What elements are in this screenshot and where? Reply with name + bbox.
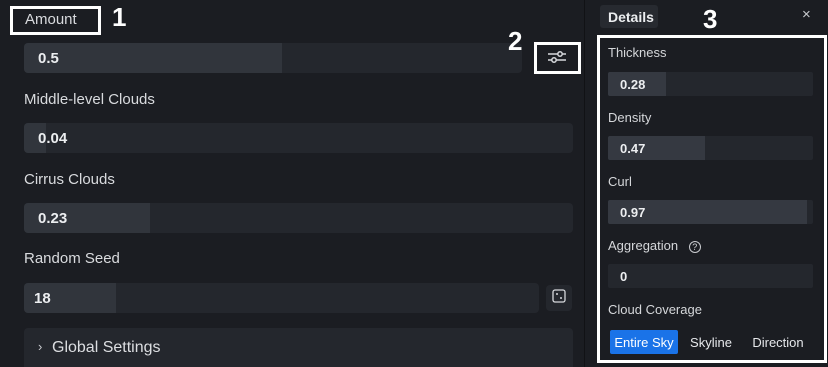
random-seed-value: 18 (34, 290, 51, 307)
amount-slider-fill (24, 43, 282, 73)
middle-clouds-value: 0.04 (38, 130, 68, 147)
cirrus-clouds-value: 0.23 (38, 210, 68, 227)
global-settings-group[interactable]: › Global Settings (24, 328, 573, 367)
random-seed-label: Random Seed (24, 250, 120, 267)
cirrus-clouds-slider[interactable]: 0.23 (24, 203, 573, 233)
amount-value: 0.5 (38, 50, 59, 67)
global-settings-label: Global Settings (52, 339, 161, 356)
cirrus-clouds-label: Cirrus Clouds (24, 171, 115, 188)
chevron-right-icon: › (38, 339, 43, 354)
details-tab-label: Details (608, 9, 654, 25)
dice-icon (552, 288, 566, 308)
details-tab[interactable]: Details (600, 5, 658, 28)
annotation-number-2: 2 (508, 26, 523, 56)
annotation-box-1 (10, 6, 101, 35)
close-icon[interactable]: × (802, 6, 811, 23)
amount-slider[interactable]: 0.5 (24, 43, 522, 73)
annotation-number-3: 3 (703, 4, 718, 34)
cloud-settings-panel: Amount 0.5 Middle-level Clouds 0.04 Cirr… (0, 0, 584, 367)
annotation-box-2 (534, 42, 581, 74)
random-seed-slider[interactable]: 18 (24, 283, 539, 313)
randomize-seed-button[interactable] (546, 285, 572, 311)
middle-clouds-slider[interactable]: 0.04 (24, 123, 573, 153)
annotation-box-3 (597, 35, 827, 363)
middle-clouds-label: Middle-level Clouds (24, 91, 155, 108)
annotation-number-1: 1 (112, 2, 127, 32)
